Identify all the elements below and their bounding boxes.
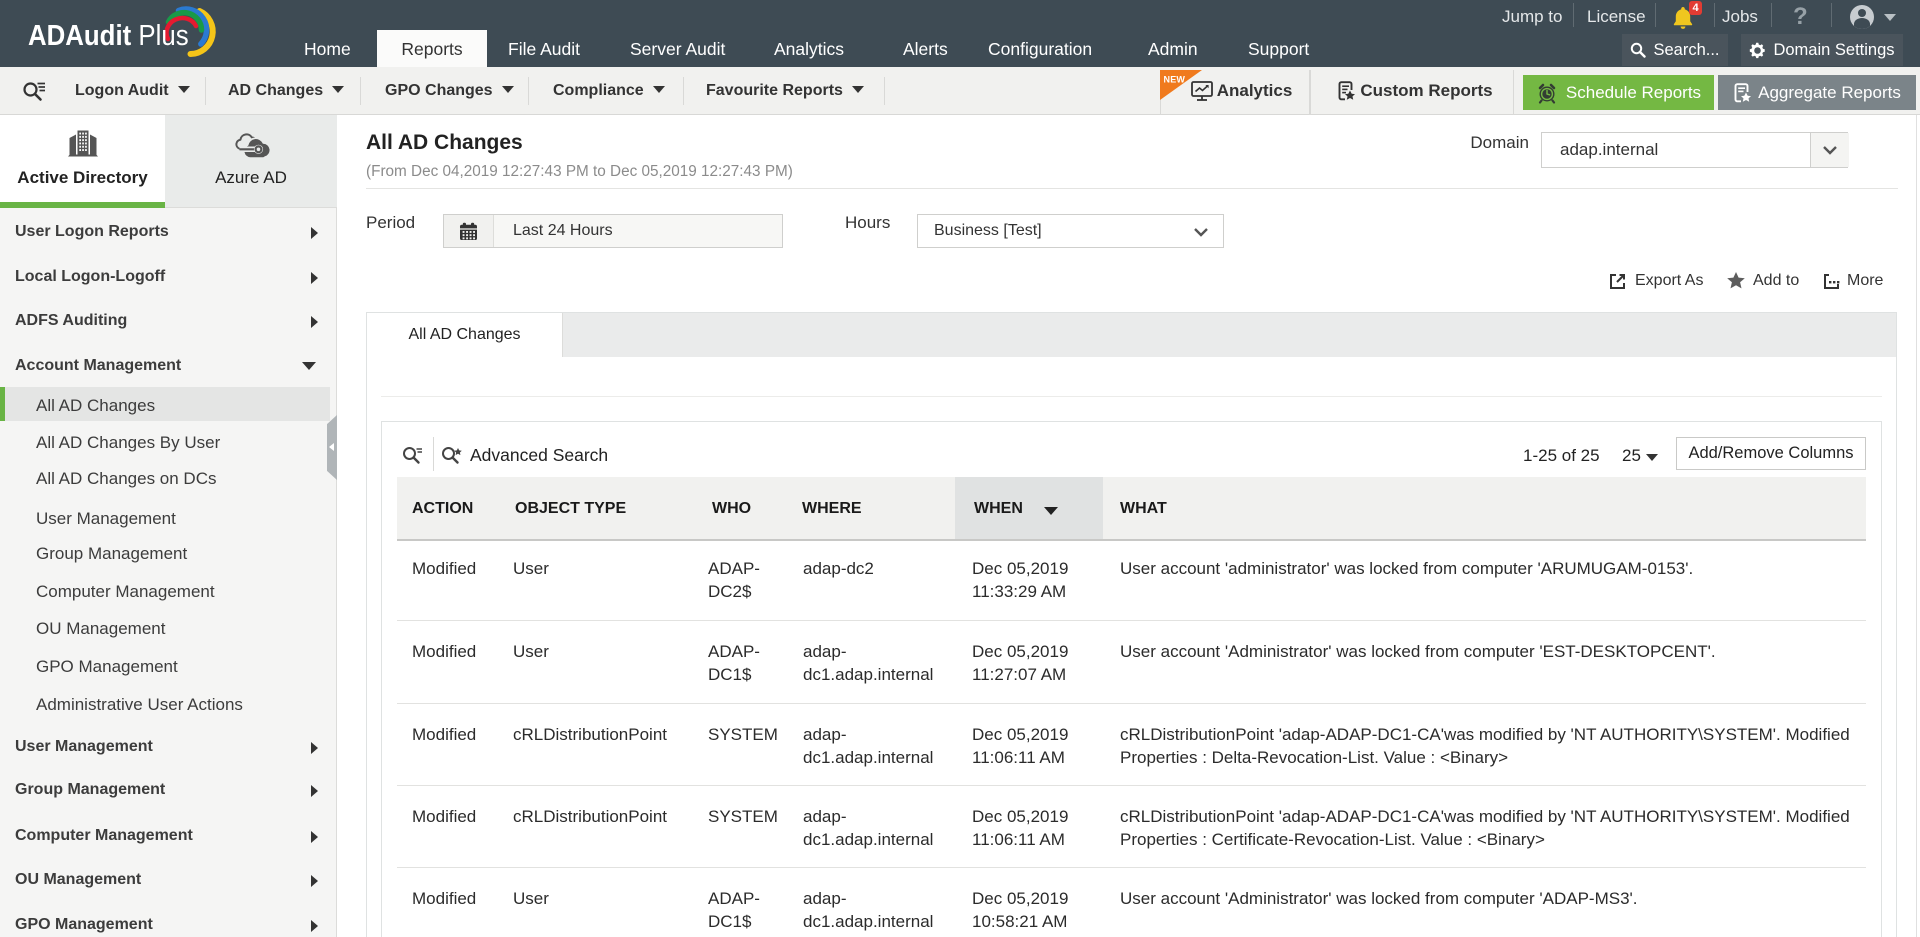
svg-text:NEW: NEW (1164, 75, 1186, 85)
